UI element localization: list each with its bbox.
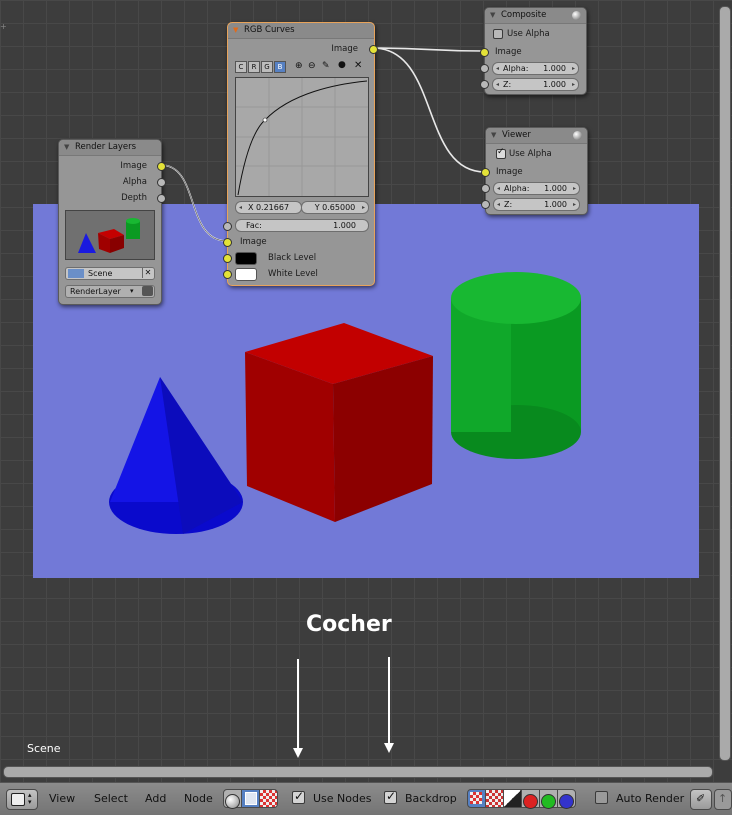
pin-button[interactable]: ✐: [690, 789, 712, 810]
blue-channel-icon: [559, 794, 574, 809]
menu-view[interactable]: View: [49, 792, 75, 805]
backdrop-channels-button[interactable]: [467, 789, 486, 808]
auto-render-checkbox[interactable]: [595, 791, 608, 804]
menu-node[interactable]: Node: [184, 792, 213, 805]
backdrop-blue-button[interactable]: [557, 789, 576, 809]
node-editor-header: ▴▾ View Select Add Node Use Nodes Backdr…: [0, 782, 732, 815]
shader-nodes-button[interactable]: [223, 789, 242, 809]
checker-icon: [470, 792, 482, 804]
arrow-head-backdrop: [384, 743, 394, 753]
arrow-head-use-nodes: [293, 748, 303, 758]
green-channel-icon: [541, 794, 556, 809]
backdrop-label: Backdrop: [405, 792, 457, 805]
updown-arrows-icon: ▴ ▾: [28, 791, 32, 806]
parent-node-button[interactable]: ↑: [714, 789, 732, 810]
backdrop-green-button[interactable]: [539, 789, 558, 809]
menu-add[interactable]: Add: [145, 792, 166, 805]
scene-label: Scene: [27, 742, 61, 755]
backdrop-red-button[interactable]: [521, 789, 540, 809]
menu-select[interactable]: Select: [94, 792, 128, 805]
backdrop-alpha-button[interactable]: [485, 789, 504, 808]
backdrop-alpha-only-button[interactable]: [503, 789, 522, 808]
compositing-nodes-button[interactable]: [241, 789, 260, 808]
red-channel-icon: [523, 794, 538, 809]
editor-type-button[interactable]: ▴ ▾: [6, 789, 38, 810]
auto-render-label: Auto Render: [616, 792, 685, 805]
node-editor-canvas[interactable]: ▼ Render Layers Image Alpha Depth Scene …: [0, 0, 732, 814]
vertical-scrollbar[interactable]: [719, 6, 731, 761]
annotation-arrows: [293, 657, 394, 758]
texture-nodes-button[interactable]: [259, 789, 278, 808]
use-nodes-checkbox[interactable]: [292, 789, 305, 804]
horizontal-scrollbar[interactable]: [3, 766, 713, 778]
shader-sphere-icon: [225, 794, 240, 809]
corner-plus-icon[interactable]: +: [0, 22, 8, 31]
use-nodes-label: Use Nodes: [313, 792, 372, 805]
pin-icon: ✐: [696, 792, 706, 805]
node-editor-icon: [11, 793, 25, 806]
up-arrow-icon: ↑: [718, 792, 728, 805]
backdrop-checkbox[interactable]: [384, 789, 397, 804]
compositing-icon: [245, 792, 257, 805]
